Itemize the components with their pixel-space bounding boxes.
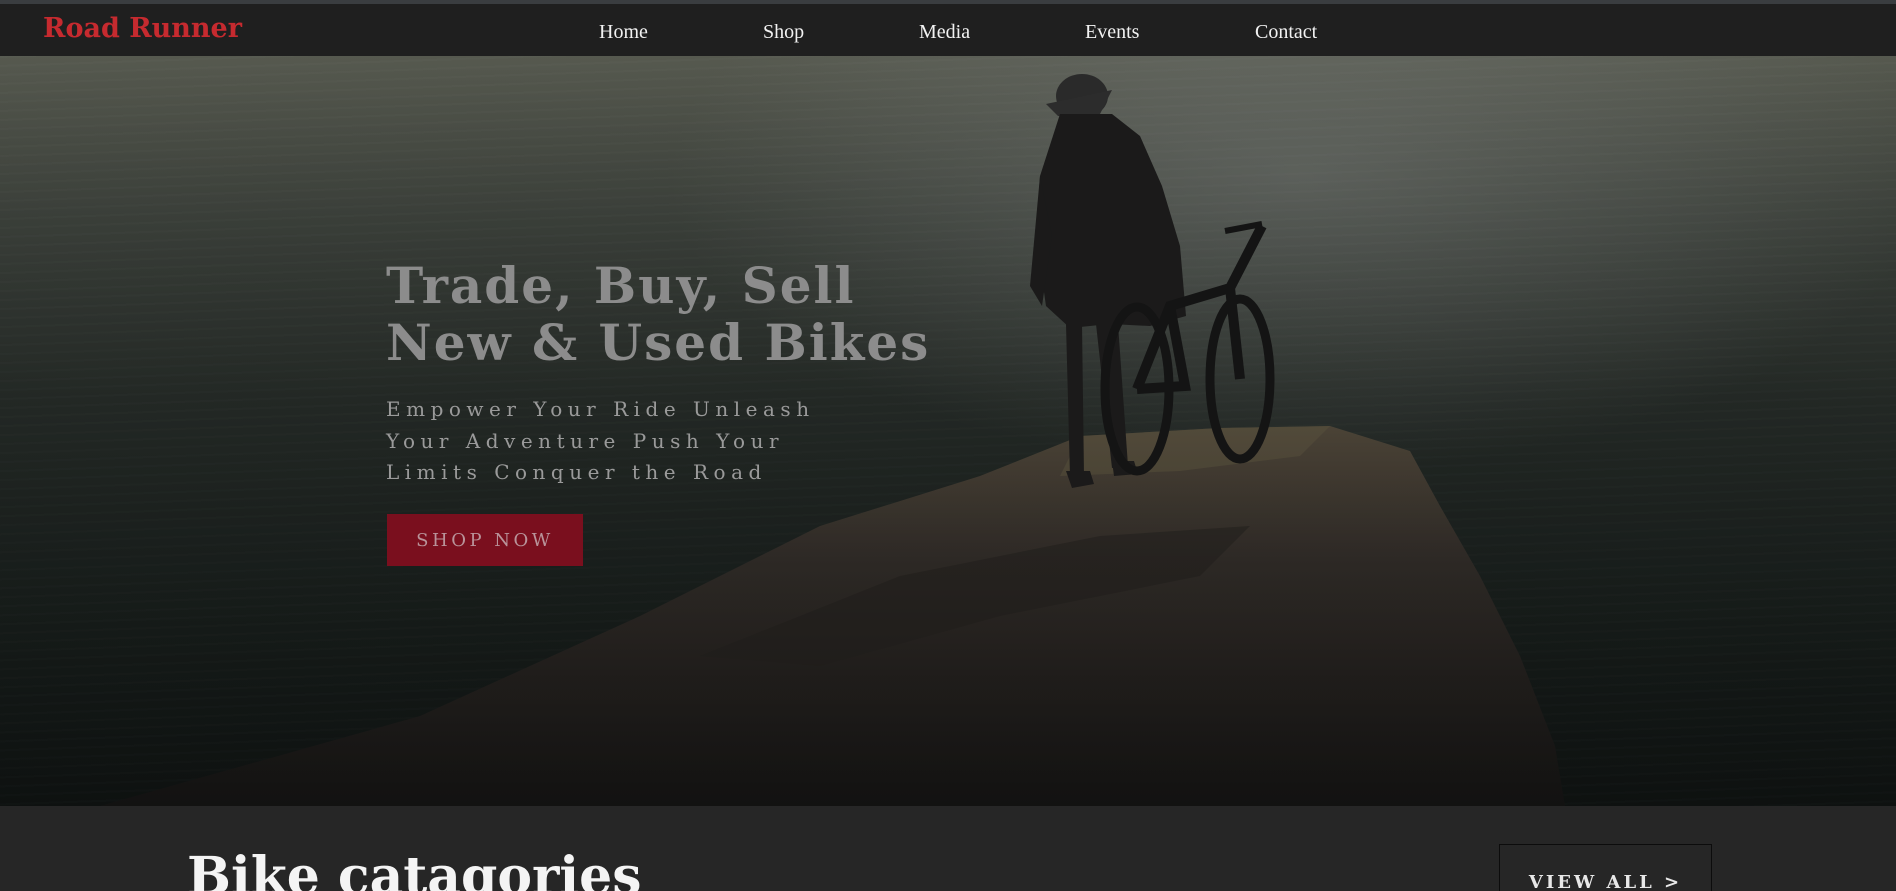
nav-shop[interactable]: Shop — [763, 21, 804, 44]
shop-now-button[interactable]: SHOP NOW — [387, 514, 583, 566]
view-all-button[interactable]: VIEW ALL > — [1499, 844, 1712, 891]
hero-title-line-1: Trade, Buy, Sell — [386, 256, 856, 315]
nav-contact[interactable]: Contact — [1255, 21, 1317, 44]
bike-categories-section: Bike catagories VIEW ALL > — [0, 806, 1896, 891]
hero-subtitle: Empower Your Ride Unleash Your Adventure… — [386, 394, 906, 489]
navbar: Road Runner Home Shop Media Events Conta… — [0, 4, 1896, 56]
main-nav: Home Shop Media Events Contact — [0, 21, 1896, 45]
categories-title: Bike catagories — [187, 846, 642, 891]
hero-subtitle-line-1: Empower Your Ride Unleash — [386, 397, 815, 421]
hero-subtitle-line-3: Limits Conquer the Road — [386, 460, 767, 484]
nav-events[interactable]: Events — [1085, 21, 1139, 44]
nav-home[interactable]: Home — [599, 21, 648, 44]
nav-media[interactable]: Media — [919, 21, 970, 44]
hero-background-image — [0, 56, 1896, 806]
hero-title: Trade, Buy, Sell New & Used Bikes — [386, 257, 1006, 371]
hero-banner: Trade, Buy, Sell New & Used Bikes Empowe… — [0, 56, 1896, 806]
hero-title-line-2: New & Used Bikes — [386, 313, 931, 372]
hero-subtitle-line-2: Your Adventure Push Your — [386, 428, 785, 453]
